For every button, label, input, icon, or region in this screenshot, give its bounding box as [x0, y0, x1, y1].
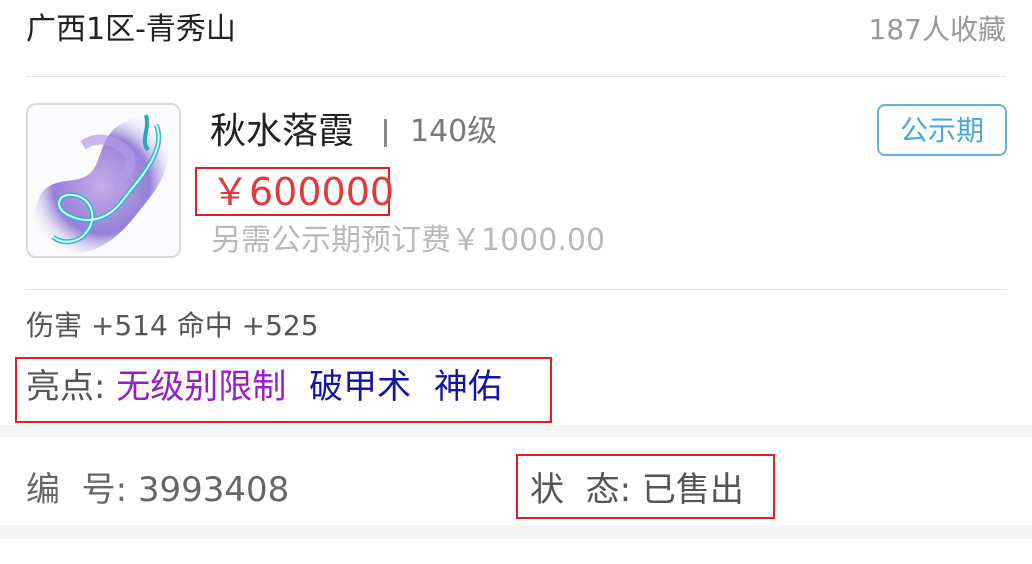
highlights-label: 亮点:: [26, 367, 106, 407]
status-value: 已售出: [641, 470, 744, 510]
status-label: 状 态:: [530, 470, 632, 510]
highlight-tag: 无级别限制: [116, 367, 287, 407]
sale-status: 状 态: 已售出: [530, 467, 744, 513]
item-thumbnail[interactable]: [26, 103, 181, 258]
status-badge: 公示期: [877, 104, 1007, 156]
highlight-tag: 神佑: [433, 367, 502, 407]
ribbon-weapon-icon: [28, 105, 179, 256]
item-name: 秋水落霞: [210, 111, 355, 152]
item-level: 140级: [410, 114, 498, 149]
serial-label: 编 号:: [26, 470, 128, 510]
bottom-gap: [0, 525, 1032, 539]
highlights-row: 亮点: 无级别限制 破甲术 神佑: [26, 364, 502, 410]
serial-value: 3993408: [137, 470, 290, 510]
header-divider: [26, 76, 1006, 77]
serial-number: 编 号: 3993408: [26, 467, 289, 513]
highlight-tag: 破甲术: [309, 367, 412, 407]
item-stats: 伤害 +514 命中 +525: [26, 309, 319, 342]
extra-fee: 另需公示期预订费￥1000.00: [211, 223, 606, 258]
section-gap: [0, 425, 1032, 437]
server-name: 广西1区-青秀山: [26, 12, 236, 47]
favorites-count: 187人收藏: [868, 13, 1006, 46]
item-divider: [26, 289, 1006, 290]
item-price: ￥600000: [211, 170, 395, 214]
title-separator: [384, 119, 387, 147]
